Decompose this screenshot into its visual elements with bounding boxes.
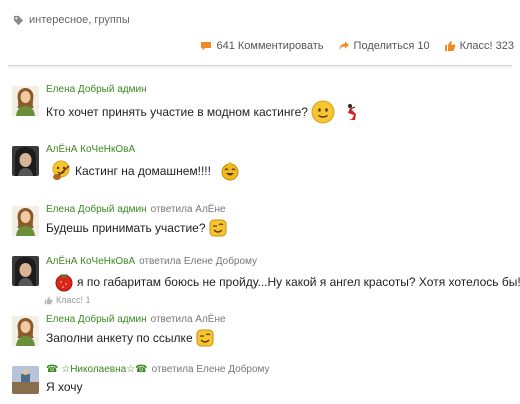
- like-button[interactable]: Класс! 323: [444, 40, 514, 52]
- comment-text-row: Заполни анкету по ссылке: [46, 329, 214, 347]
- comment-text: Кастинг на домашнем!!!!: [75, 164, 211, 178]
- comment: Елена Добрый админ Кто хочет принять уча…: [8, 84, 514, 124]
- author-name[interactable]: Елена Добрый админ: [46, 84, 147, 95]
- comment: Елена Добрый админ ответила АлЁне Будешь …: [8, 204, 514, 244]
- avatar[interactable]: [12, 206, 39, 236]
- reply-to[interactable]: ответила Елене Доброму: [152, 364, 270, 375]
- share-icon: [338, 41, 349, 50]
- comment-header: АлЁнА КоЧеНкОвА ответила Елене Доброму: [46, 256, 257, 268]
- reply-to[interactable]: ответила АлЁне: [151, 204, 226, 215]
- avatar[interactable]: [12, 146, 39, 176]
- avatar[interactable]: [12, 316, 39, 346]
- thumbs-up-icon: [44, 296, 53, 304]
- comment-text-row: я по габаритам боюсь не пройду...Ну како…: [54, 272, 520, 292]
- avatar[interactable]: [12, 256, 39, 286]
- comment-text-row: Кто хочет принять участие в модном касти…: [46, 100, 358, 124]
- comment-likes[interactable]: Класс! 1: [44, 295, 91, 305]
- comment-text: я по габаритам боюсь не пройду...Ну како…: [77, 275, 520, 289]
- comment-header: Елена Добрый админ ответила АлЁне: [46, 314, 226, 326]
- smiley-icon: [311, 100, 335, 124]
- thumbs-up-icon: [444, 41, 455, 51]
- post-actions: 641 Комментировать Поделиться 10 Класс! …: [200, 40, 514, 52]
- comment-button-label: 641 Комментировать: [216, 40, 324, 52]
- divider-shadow: [8, 66, 512, 68]
- tags-row: интересное, группы: [13, 13, 130, 27]
- guitar-smiley-icon: [52, 160, 70, 180]
- laughing-smiley-icon: [221, 162, 239, 181]
- comment-header: ☎ ☆Николаевна☆☎ ответила Елене Доброму: [46, 364, 270, 376]
- avatar[interactable]: [12, 86, 39, 116]
- tag-icon: [13, 15, 24, 25]
- author-name[interactable]: Елена Добрый админ: [46, 204, 147, 215]
- comment-text: Будешь принимать участие?: [46, 221, 206, 235]
- tags-text[interactable]: интересное, группы: [29, 14, 130, 26]
- like-button-label: Класс! 323: [459, 40, 514, 52]
- author-name[interactable]: ☎ ☆Николаевна☆☎: [46, 364, 148, 375]
- share-button-label: Поделиться 10: [353, 40, 430, 52]
- comment-text-row: Я хочу: [46, 379, 83, 395]
- comment-button[interactable]: 641 Комментировать: [200, 40, 324, 52]
- strawberry-icon: [55, 274, 73, 292]
- comment-header: АлЁнА КоЧеНкОвА: [46, 144, 135, 156]
- comment: АлЁнА КоЧеНкОвА Кастинг на домашнем!!!!: [8, 144, 514, 184]
- comment: Елена Добрый админ ответила АлЁне Заполни…: [8, 314, 514, 354]
- comment-text-row: Кастинг на домашнем!!!!: [50, 160, 240, 182]
- comment-text: Кто хочет принять участие в модном касти…: [46, 105, 308, 119]
- author-name[interactable]: АлЁнА КоЧеНкОвА: [46, 256, 135, 267]
- comment-likes-label: Класс! 1: [56, 295, 91, 305]
- reply-to[interactable]: ответила АлЁне: [151, 314, 226, 325]
- author-name[interactable]: АлЁнА КоЧеНкОвА: [46, 144, 135, 155]
- comment: ☎ ☆Николаевна☆☎ ответила Елене Доброму Я …: [8, 364, 514, 400]
- dancer-icon: [347, 104, 356, 120]
- author-name[interactable]: Елена Добрый админ: [46, 314, 147, 325]
- comment-text: Я хочу: [46, 380, 83, 394]
- comment-text-row: Будешь принимать участие?: [46, 219, 227, 237]
- reply-to[interactable]: ответила Елене Доброму: [139, 256, 257, 267]
- winking-smiley-icon: [196, 329, 214, 347]
- share-button[interactable]: Поделиться 10: [338, 40, 430, 52]
- comment-icon: [201, 42, 212, 51]
- comment-header: Елена Добрый админ ответила АлЁне: [46, 204, 226, 216]
- winking-smiley-icon: [209, 219, 227, 237]
- comment-text: Заполни анкету по ссылке: [46, 331, 193, 345]
- avatar[interactable]: [12, 366, 39, 394]
- comment-header: Елена Добрый админ: [46, 84, 147, 96]
